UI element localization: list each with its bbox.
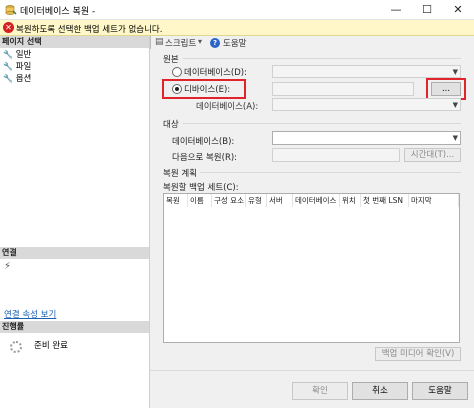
source-database-combo[interactable]: ▼ xyxy=(272,65,461,78)
help-button[interactable]: 도움말 xyxy=(412,382,468,400)
column-header-server[interactable]: 서버 xyxy=(267,194,293,207)
destination-database-combo[interactable]: ▼ xyxy=(272,131,461,145)
help-toolbar-button[interactable]: 도움말 xyxy=(223,37,246,49)
restore-to-field[interactable] xyxy=(272,148,400,162)
database-restore-app-icon xyxy=(5,4,17,16)
browse-button[interactable]: ... xyxy=(431,82,461,96)
error-icon: ✕ xyxy=(3,22,14,33)
destination-divider xyxy=(183,123,461,124)
database-radio[interactable] xyxy=(172,67,182,77)
source-group-title: 원본 xyxy=(163,55,179,65)
destination-group-title: 대상 xyxy=(163,120,179,130)
footer-divider xyxy=(150,370,474,371)
backup-sets-label: 복원할 백업 세트(C): xyxy=(163,183,239,193)
column-header-component[interactable]: 구성 요소 xyxy=(212,194,246,207)
chevron-down-icon[interactable]: ▾ xyxy=(198,37,202,46)
backup-sets-grid[interactable]: 복원 이름 구성 요소 유형 서버 데이터베이스 위치 첫 번째 LSN 마지막 xyxy=(163,193,460,343)
device-radio[interactable] xyxy=(172,84,182,94)
source-divider xyxy=(183,58,461,59)
script-button[interactable]: 스크립트 xyxy=(165,37,196,49)
restore-plan-divider xyxy=(200,172,461,173)
ok-button[interactable]: 확인 xyxy=(292,382,348,400)
destination-database-label: 데이터베이스(B): xyxy=(172,137,235,147)
error-message-bar: ✕ 복원하도록 선택한 백업 세트가 없습니다. xyxy=(0,20,474,36)
column-header-first-lsn[interactable]: 첫 번째 LSN xyxy=(361,194,409,207)
wrench-icon: 🔧 xyxy=(3,50,13,59)
page-item-files[interactable]: 🔧 파일 xyxy=(3,61,31,73)
help-icon: ? xyxy=(210,38,220,48)
database-radio-label: 데이터베이스(D): xyxy=(184,68,247,78)
progress-spinner-icon xyxy=(10,341,22,353)
connection-icon: ⚡ xyxy=(4,261,12,272)
view-connection-properties-link[interactable]: 연결 속성 보기 xyxy=(4,308,56,320)
wrench-icon: 🔧 xyxy=(3,62,13,71)
progress-status: 준비 완료 xyxy=(34,341,68,351)
page-item-general[interactable]: 🔧 일반 xyxy=(3,49,31,61)
wrench-icon: 🔧 xyxy=(3,74,13,83)
page-item-label: 일반 xyxy=(15,50,32,60)
cancel-button[interactable]: 취소 xyxy=(352,382,408,400)
error-message-text: 복원하도록 선택한 백업 세트가 없습니다. xyxy=(16,25,163,35)
device-database-label: 데이터베이스(A): xyxy=(196,102,259,112)
progress-header: 진행률 xyxy=(0,321,149,333)
chevron-down-icon: ▼ xyxy=(452,68,458,76)
left-pane: 페이지 선택 🔧 일반 🔧 파일 🔧 옵션 연결 ⚡ 연결 속성 보기 진행률 … xyxy=(0,36,150,408)
device-radio-label: 디바이스(E): xyxy=(184,85,231,95)
restore-to-label: 다음으로 복원(R): xyxy=(172,153,238,163)
toolbar-grip xyxy=(150,36,151,49)
column-header-database[interactable]: 데이터베이스 xyxy=(293,194,340,207)
device-path-field[interactable] xyxy=(272,82,414,96)
page-item-label: 파일 xyxy=(15,62,32,72)
maximize-button[interactable]: ☐ xyxy=(412,0,442,20)
column-header-last[interactable]: 마지막 xyxy=(409,194,459,207)
column-header-name[interactable]: 이름 xyxy=(188,194,212,207)
verify-backup-media-button[interactable]: 백업 미디어 확인(V) xyxy=(375,347,461,361)
minimize-button[interactable]: — xyxy=(381,0,411,20)
restore-plan-group-title: 복원 계획 xyxy=(163,169,197,179)
chevron-down-icon: ▼ xyxy=(452,134,458,142)
page-item-label: 옵션 xyxy=(15,74,32,84)
timeline-button[interactable]: 시간대(T)... xyxy=(404,148,461,162)
title-bar: 데이터베이스 복원 - — ☐ ✕ xyxy=(0,0,474,20)
close-button[interactable]: ✕ xyxy=(443,0,473,20)
script-icon: ▤ xyxy=(155,37,164,47)
column-header-restore[interactable]: 복원 xyxy=(164,194,188,207)
column-header-type[interactable]: 유형 xyxy=(246,194,267,207)
page-item-options[interactable]: 🔧 옵션 xyxy=(3,73,31,85)
toolbar: ▤ 스크립트 ▾ ? 도움말 xyxy=(150,36,474,50)
device-database-combo[interactable]: ▼ xyxy=(272,98,461,111)
window-title: 데이터베이스 복원 - xyxy=(20,7,96,17)
page-select-header: 페이지 선택 xyxy=(0,36,149,48)
connection-header: 연결 xyxy=(0,247,149,259)
chevron-down-icon: ▼ xyxy=(452,101,458,109)
column-header-location[interactable]: 위치 xyxy=(340,194,361,207)
